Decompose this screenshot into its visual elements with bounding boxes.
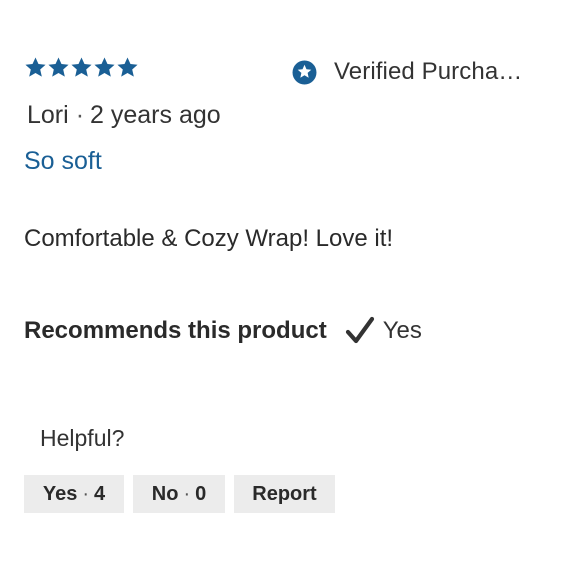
- verified-star-icon: [292, 60, 317, 84]
- vote-separator: ·: [82, 482, 90, 505]
- meta-separator: ·: [75, 101, 85, 129]
- no-label: No: [151, 482, 179, 505]
- star-rating: [24, 56, 139, 79]
- yes-count: 4: [94, 482, 106, 505]
- yes-label: Yes: [42, 482, 78, 505]
- report-label: Report: [252, 482, 317, 505]
- review-card: Verified Purcha… Lori · 2 years ago So sof…: [0, 0, 580, 580]
- review-meta: Lori · 2 years ago: [27, 101, 221, 130]
- star-icon: [117, 57, 138, 77]
- star-icon: [48, 57, 69, 77]
- author-name: Lori: [27, 101, 69, 129]
- recommends-value: Yes: [382, 317, 422, 344]
- review-headline: So soft: [24, 147, 102, 175]
- verified-purchase-label: Verified Purcha…: [334, 58, 523, 85]
- star-icon: [71, 57, 92, 77]
- review-body: Comfortable & Cozy Wrap! Love it!: [24, 225, 394, 252]
- recommendation-row: Recommends this product Yes: [24, 316, 422, 346]
- report-button[interactable]: Report: [234, 475, 335, 513]
- review-date: 2 years ago: [90, 101, 221, 129]
- verified-purchase-badge: Verified Purcha…: [292, 58, 522, 86]
- checkmark-icon: [345, 316, 374, 344]
- helpful-label: Helpful?: [40, 425, 125, 451]
- recommends-label: Recommends this product: [24, 317, 327, 344]
- star-icon: [94, 57, 115, 77]
- helpful-yes-button[interactable]: Yes · 4: [24, 475, 124, 513]
- vote-separator: ·: [183, 482, 191, 505]
- no-count: 0: [195, 482, 207, 505]
- star-icon: [25, 57, 46, 77]
- helpful-vote-row: Yes · 4 No · 0 Report: [24, 475, 335, 513]
- helpful-no-button[interactable]: No · 0: [133, 475, 225, 513]
